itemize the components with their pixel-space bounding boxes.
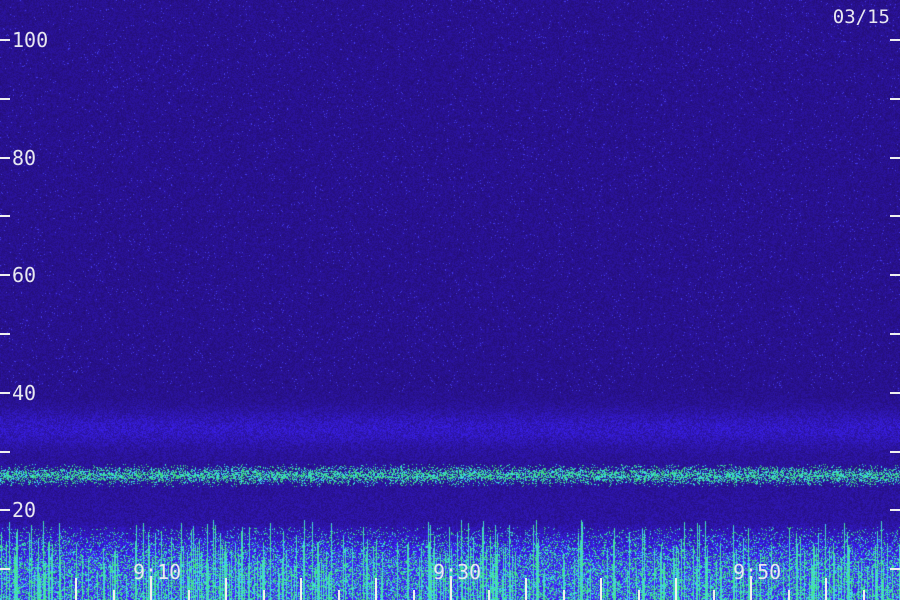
spectrogram-heatmap: [0, 0, 900, 600]
